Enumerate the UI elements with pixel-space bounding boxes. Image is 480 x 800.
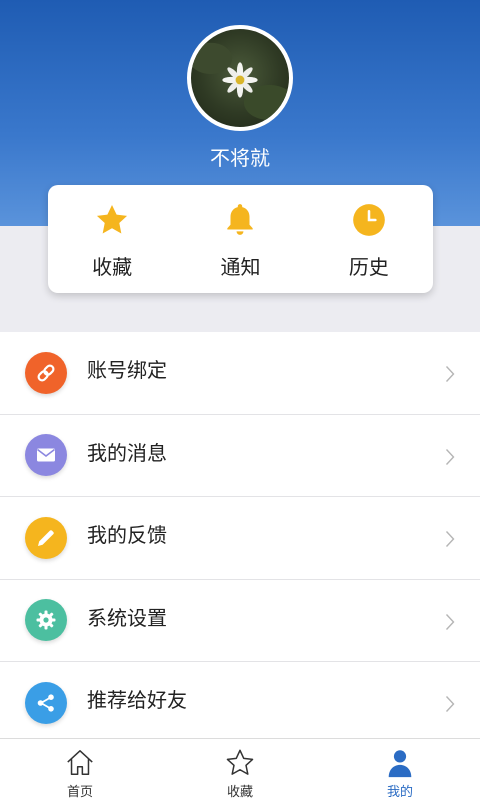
- chevron-right-icon: [445, 613, 455, 630]
- star-icon: [93, 201, 131, 239]
- person-icon: [388, 750, 412, 778]
- tab-label: 首页: [66, 785, 93, 800]
- menu-item-label: 账号绑定: [87, 358, 167, 382]
- quick-actions-card: 收藏 通知 历史: [48, 185, 433, 293]
- menu-item-label: 系统设置: [87, 605, 167, 630]
- tab-favorites[interactable]: 收藏: [160, 739, 320, 800]
- bottom-tab-bar: 首页 收藏 我的: [0, 738, 480, 800]
- menu-item-label: 我的反馈: [87, 523, 167, 547]
- menu-item-system-settings[interactable]: 系统设置: [0, 580, 480, 662]
- chevron-right-icon: [445, 366, 455, 382]
- quick-action-notifications[interactable]: 通知: [176, 185, 304, 293]
- avatar[interactable]: [187, 25, 293, 131]
- menu-item-label: 我的消息: [87, 440, 167, 465]
- settings-menu: 账号绑定 我的消息 我的反馈 系统设置 推荐给好友: [0, 332, 480, 745]
- menu-item-recommend-friends[interactable]: 推荐给好友: [0, 662, 480, 745]
- avatar-image: [191, 42, 289, 121]
- star-outline-icon: [226, 749, 254, 775]
- bell-icon: [221, 201, 259, 239]
- quick-action-label: 收藏: [92, 255, 133, 279]
- share-icon: [25, 682, 67, 725]
- tab-home[interactable]: 首页: [0, 739, 160, 800]
- menu-item-account-binding[interactable]: 账号绑定: [0, 332, 480, 415]
- tab-label: 收藏: [226, 785, 253, 800]
- gear-icon: [25, 599, 67, 642]
- quick-action-label: 历史: [348, 255, 389, 279]
- quick-action-history[interactable]: 历史: [305, 185, 433, 293]
- menu-item-label: 推荐给好友: [87, 688, 187, 712]
- envelope-icon: [25, 434, 67, 477]
- chevron-right-icon: [445, 696, 455, 712]
- menu-item-messages[interactable]: 我的消息: [0, 415, 480, 497]
- clock-icon: [350, 201, 388, 239]
- link-icon: [25, 351, 67, 394]
- quick-action-favorites[interactable]: 收藏: [48, 185, 176, 293]
- username: 不将就: [210, 146, 270, 170]
- quick-action-label: 通知: [220, 255, 261, 279]
- chevron-right-icon: [445, 531, 455, 547]
- tab-label: 我的: [386, 785, 413, 800]
- chevron-right-icon: [445, 448, 455, 465]
- home-icon: [67, 750, 93, 776]
- tab-mine[interactable]: 我的: [320, 739, 480, 800]
- pencil-icon: [25, 516, 67, 559]
- menu-item-feedback[interactable]: 我的反馈: [0, 497, 480, 580]
